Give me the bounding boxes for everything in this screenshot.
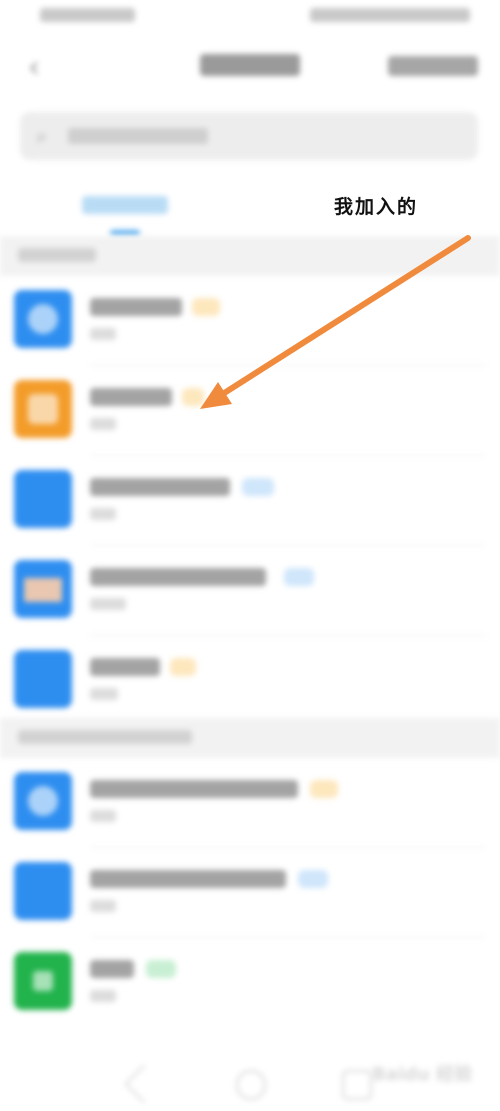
annotation-arrow	[200, 235, 471, 409]
arrow-shaft	[215, 235, 471, 400]
arrow-head	[200, 382, 232, 409]
